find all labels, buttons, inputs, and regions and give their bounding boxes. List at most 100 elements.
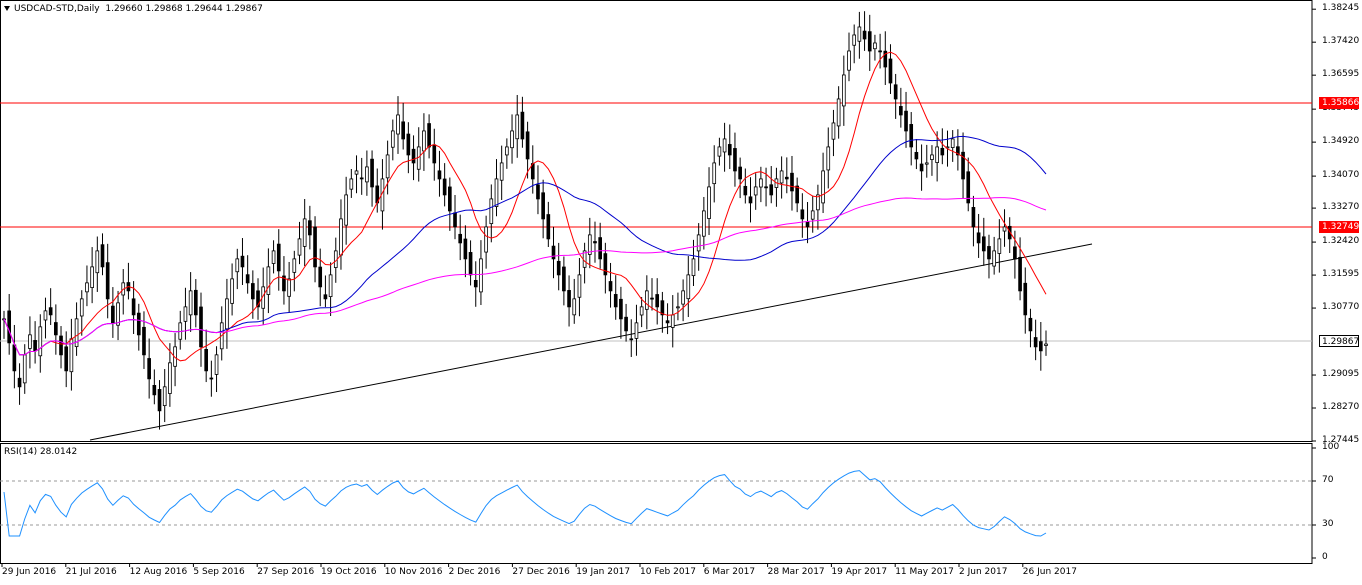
ma-slow-line <box>3 197 1047 356</box>
candle-body <box>442 178 447 196</box>
candle-body <box>328 274 333 298</box>
candle-body <box>245 274 250 284</box>
candle-body <box>489 198 494 225</box>
candle-body <box>727 144 732 156</box>
candle-body <box>105 262 110 300</box>
main-chart[interactable] <box>0 0 1362 585</box>
price-tick-label: 1.34070 <box>1322 170 1360 181</box>
candle-body <box>1018 256 1022 292</box>
candle-body <box>784 176 789 180</box>
candle-body <box>831 122 836 140</box>
current-price-label: 1.29867 <box>1319 335 1359 347</box>
candle-body <box>12 344 17 372</box>
candle-body <box>893 84 898 100</box>
candle-body <box>525 131 530 160</box>
candle-body <box>225 298 229 330</box>
candle-body <box>33 340 37 352</box>
price-tick-label: 1.31595 <box>1322 269 1360 280</box>
candle-body <box>79 298 84 317</box>
candle-body <box>702 210 706 237</box>
candle-body <box>670 314 675 328</box>
price-tick-label: 1.32420 <box>1322 236 1360 247</box>
candle-body <box>458 233 463 244</box>
candle-body <box>142 326 146 356</box>
candle-body <box>95 250 100 274</box>
candle-body <box>924 162 929 165</box>
candle-body <box>193 289 198 316</box>
candle-body <box>779 170 784 184</box>
candle-body <box>484 226 488 253</box>
candle-body <box>733 148 737 172</box>
candle-body <box>619 298 623 320</box>
date-tick-label: 10 Nov 2016 <box>384 567 443 577</box>
rsi-tick-label: 70 <box>1322 475 1334 485</box>
candle-body <box>888 58 893 84</box>
candle-body <box>567 290 571 308</box>
candle-body <box>339 218 343 256</box>
candle-body <box>100 244 105 268</box>
symbol-label: USDCAD-STD,Daily <box>14 4 100 14</box>
candle-body <box>572 298 577 316</box>
date-tick-label: 5 Sep 2016 <box>193 567 245 577</box>
candle-body <box>556 260 561 276</box>
candle-body <box>152 385 157 396</box>
candle-body <box>297 238 302 256</box>
candle-body <box>691 258 696 277</box>
candle-body <box>1033 337 1038 348</box>
candle-body <box>453 212 457 228</box>
ma-fast-line <box>3 51 1047 362</box>
date-tick-label: 19 Oct 2016 <box>321 567 377 577</box>
price-tick-label: 1.38245 <box>1322 3 1360 14</box>
candle-body <box>359 177 364 180</box>
candle-body <box>593 241 597 244</box>
candle-body <box>655 294 660 308</box>
candle-body <box>847 50 851 71</box>
candle-body <box>390 130 395 148</box>
candle-body <box>287 278 291 297</box>
candle-body <box>427 123 431 148</box>
candle-body <box>992 250 996 267</box>
candle-body <box>515 114 520 140</box>
candle-body <box>131 298 136 316</box>
candle-body <box>629 338 634 341</box>
candle-body <box>266 266 271 295</box>
candle-body <box>199 306 203 348</box>
candle-body <box>111 305 115 324</box>
candle-body <box>494 178 499 207</box>
rsi-tick-label: 30 <box>1322 519 1334 529</box>
chart-window[interactable]: USDCAD-STD,Daily 1.29660 1.29868 1.29644… <box>0 0 1362 585</box>
candle-body <box>639 306 644 316</box>
candle-body <box>753 186 758 196</box>
candle-body <box>385 154 390 179</box>
candle-body <box>790 172 794 192</box>
candle-body <box>365 166 369 183</box>
candle-body <box>909 124 914 148</box>
candle-body <box>935 146 939 163</box>
price-tick-label: 1.34920 <box>1322 136 1360 147</box>
candle-body <box>204 349 209 372</box>
candle-body <box>422 130 426 152</box>
candle-body <box>499 162 504 181</box>
candle-body <box>608 281 613 292</box>
candle-body <box>240 255 245 268</box>
candle-body <box>308 220 312 236</box>
candle-body <box>836 98 841 127</box>
date-tick-label: 27 Dec 2016 <box>512 567 570 577</box>
date-tick-label: 28 Mar 2017 <box>767 567 825 577</box>
candle-body <box>940 147 945 156</box>
candle-body <box>323 294 328 300</box>
candle-body <box>162 386 167 407</box>
dropdown-triangle-icon[interactable] <box>4 6 10 11</box>
candle-body <box>396 114 400 135</box>
candle-body <box>479 258 483 293</box>
candle-body <box>759 178 763 188</box>
price-tick-label: 1.30770 <box>1322 302 1360 313</box>
candle-body <box>852 34 857 46</box>
price-tick-label: 1.29095 <box>1322 369 1360 380</box>
candle-body <box>432 144 437 164</box>
candle-body <box>650 297 654 300</box>
candle-body <box>59 335 63 356</box>
candle-body <box>235 258 240 273</box>
candle-body <box>406 133 411 156</box>
candle-body <box>987 246 991 260</box>
